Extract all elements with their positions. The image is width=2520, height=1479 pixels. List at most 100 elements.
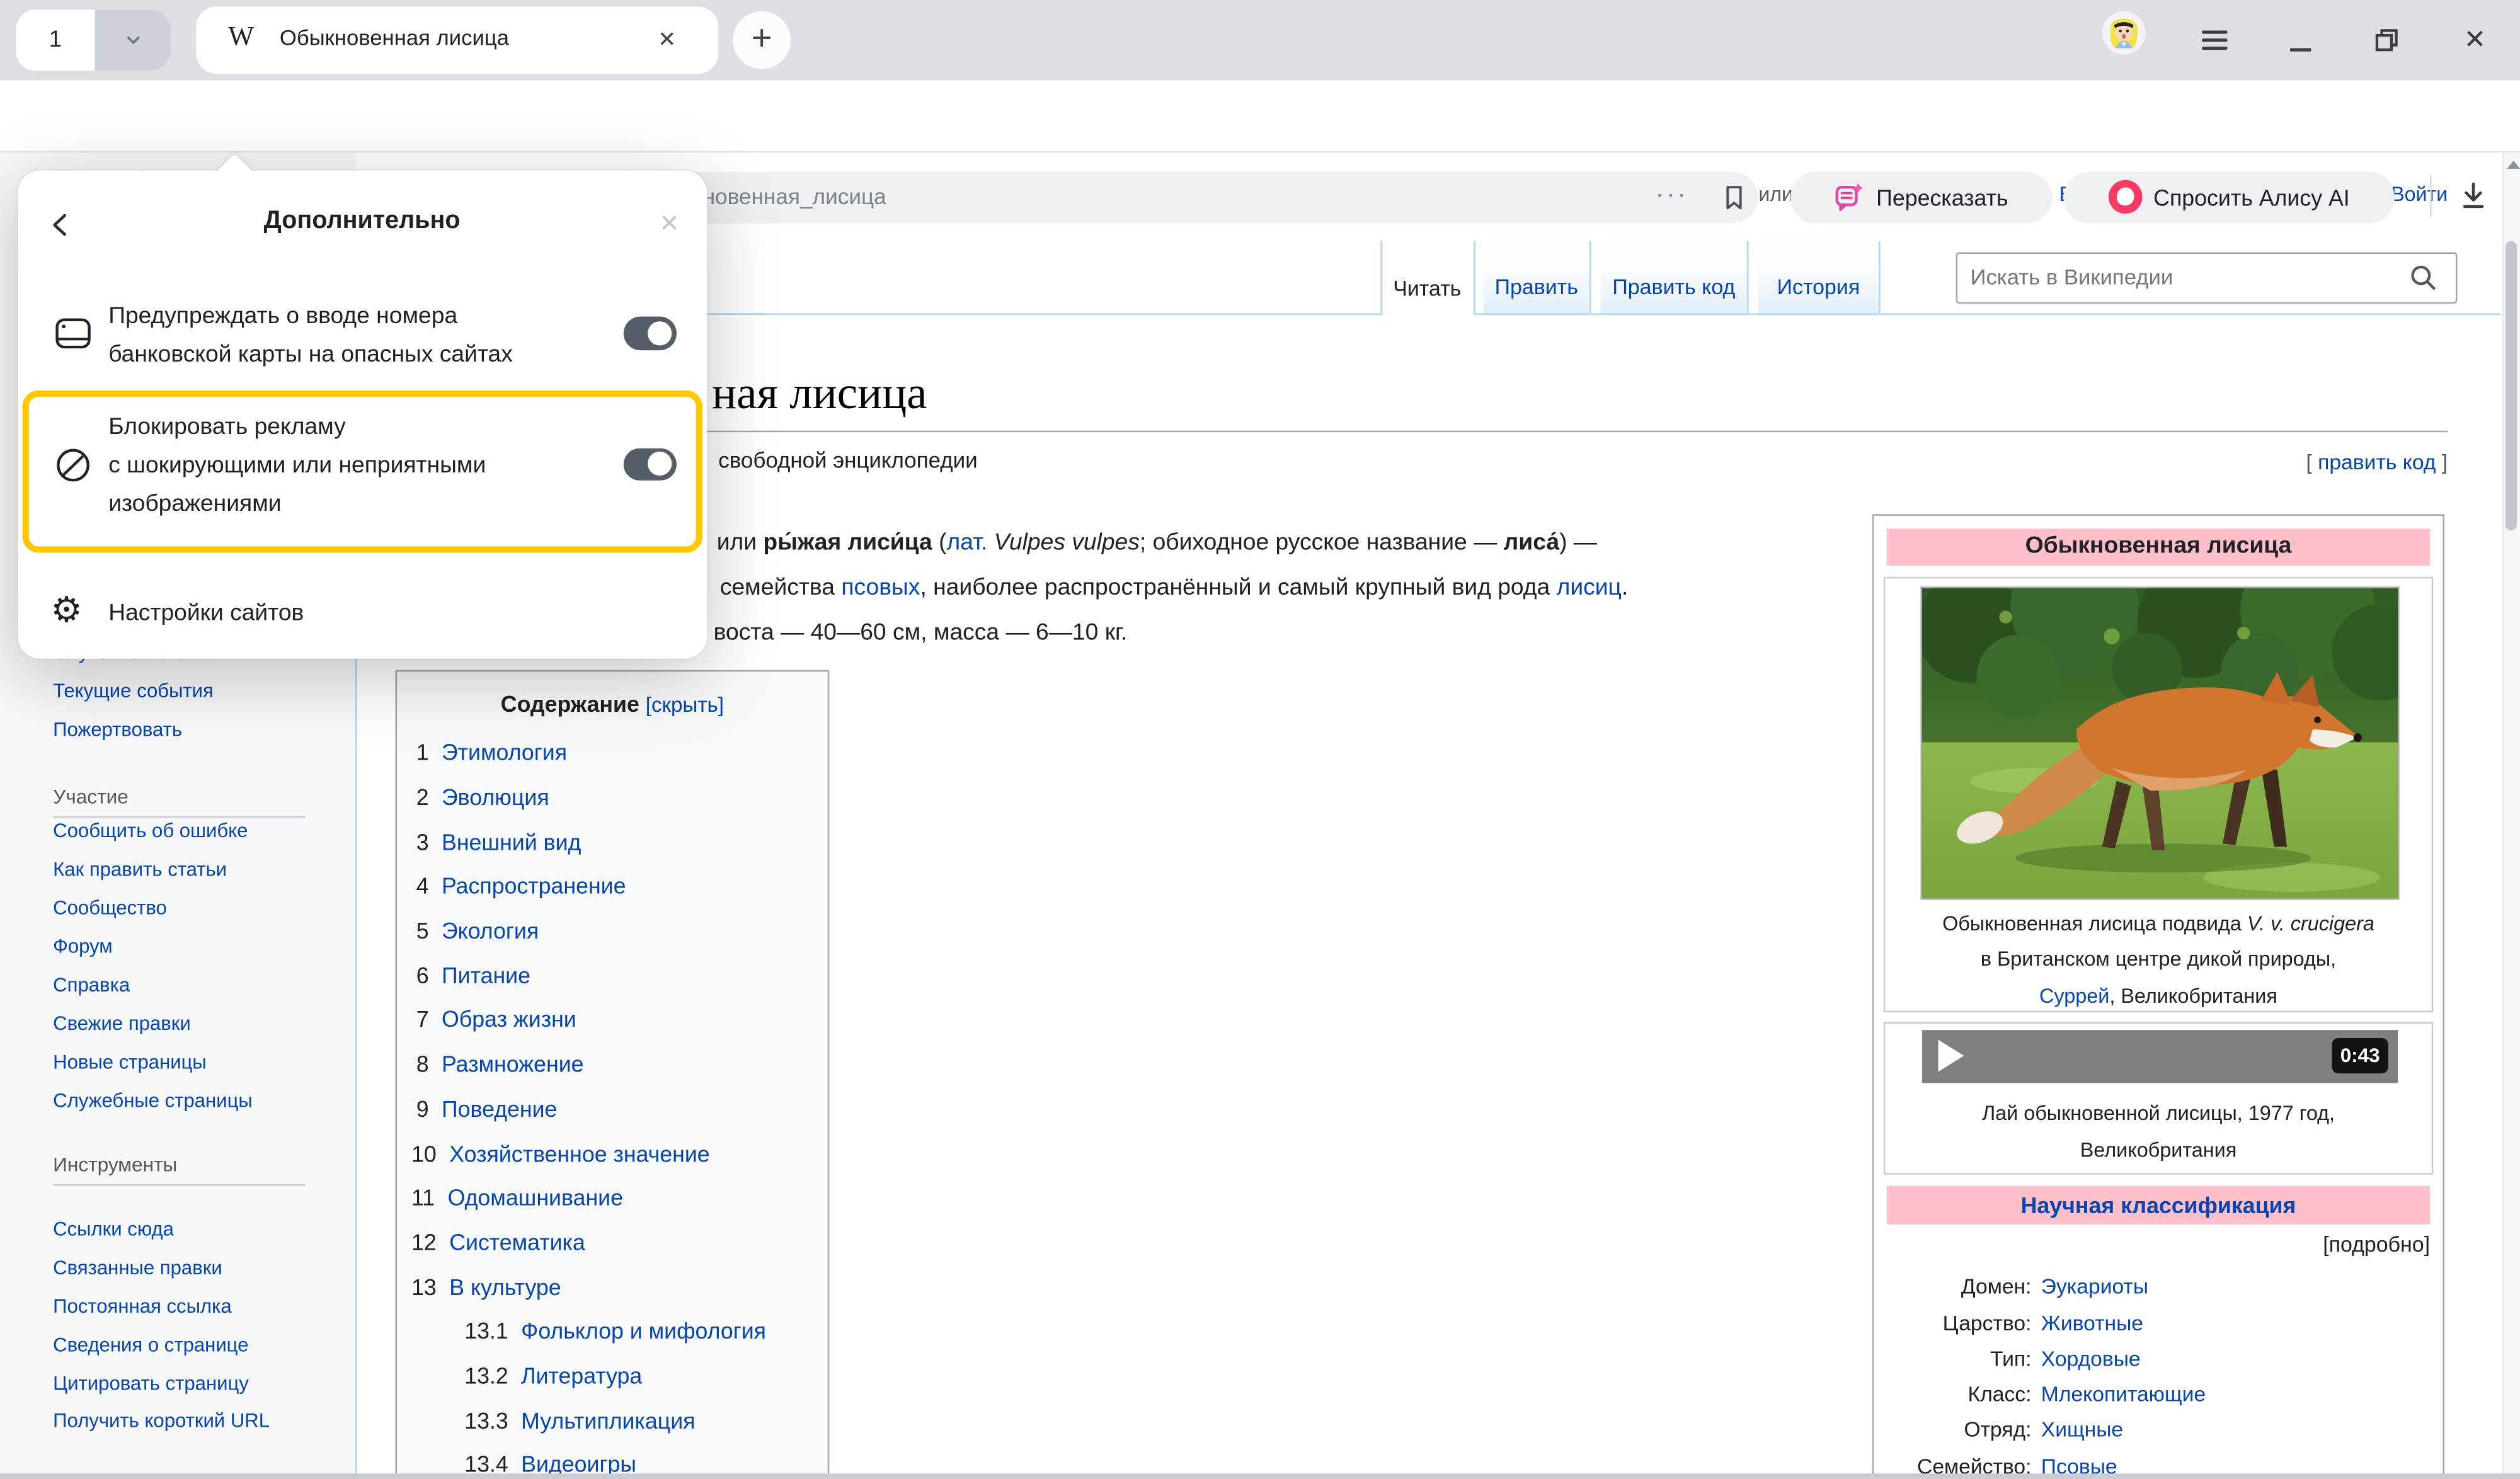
toc-subitem: 13.2Литература bbox=[464, 1359, 642, 1391]
sidebar-link-forum[interactable]: Форум bbox=[53, 932, 112, 962]
tax-label: Тип: bbox=[1884, 1344, 2032, 1373]
toc-item: 9Поведение bbox=[416, 1092, 558, 1124]
retell-label: Пересказать bbox=[1876, 184, 2008, 210]
sidebar-link-current-events[interactable]: Текущие события bbox=[53, 677, 214, 707]
sidebar-link-new-pages[interactable]: Новые страницы bbox=[53, 1047, 207, 1077]
tab-bar: 1 W Обыкновенная лисица ✕ + bbox=[0, 0, 2520, 81]
tax-label: Домен: bbox=[1884, 1272, 2032, 1301]
download-icon[interactable] bbox=[2453, 175, 2494, 217]
sidebar-link-community[interactable]: Сообщество bbox=[53, 893, 167, 923]
sidebar-link-related-changes[interactable]: Связанные правки bbox=[53, 1253, 222, 1283]
restore-icon[interactable] bbox=[2369, 20, 2404, 61]
setting-item-block-ads[interactable]: Блокировать рекламу с шокирующими или не… bbox=[17, 406, 707, 528]
audio-player[interactable]: 0:43 bbox=[1922, 1030, 2398, 1083]
setting-label-line: Предупреждать о вводе номера bbox=[108, 297, 513, 336]
toc-item: 6Питание bbox=[416, 959, 530, 991]
tab-edit[interactable]: Править bbox=[1484, 241, 1591, 314]
bank-card-toggle[interactable] bbox=[624, 317, 677, 350]
sidebar-link-donate[interactable]: Пожертвовать bbox=[53, 715, 182, 745]
page-scrollbar[interactable] bbox=[2502, 152, 2520, 1478]
classification-header[interactable]: Научная классификация bbox=[1887, 1186, 2430, 1225]
sidebar-link-special-pages[interactable]: Служебные страницы bbox=[53, 1085, 253, 1116]
panel-title: Дополнительно bbox=[17, 207, 707, 236]
sidebar-section-participation: Участие bbox=[53, 782, 129, 812]
tab-history[interactable]: История bbox=[1758, 241, 1881, 314]
retell-icon bbox=[1835, 181, 1865, 212]
sidebar-section-tools: Инструменты bbox=[53, 1150, 177, 1180]
tab-count-value: 1 bbox=[49, 27, 62, 53]
search-input[interactable] bbox=[1956, 253, 2458, 303]
tax-value[interactable]: Хищные bbox=[2041, 1415, 2123, 1444]
toc-item: 3Внешний вид bbox=[416, 825, 581, 857]
play-icon[interactable] bbox=[1939, 1039, 1964, 1071]
toc-hide-link[interactable]: [скрыть] bbox=[646, 692, 724, 716]
setting-label-line: с шокирующими или неприятными bbox=[108, 447, 486, 486]
tab-counter[interactable]: 1 bbox=[16, 9, 171, 71]
tax-value[interactable]: Эукариоты bbox=[2041, 1272, 2148, 1301]
tab-close-icon[interactable]: ✕ bbox=[650, 23, 685, 58]
advanced-settings-panel: Дополнительно ✕ Предупреждать о вводе но… bbox=[17, 170, 707, 659]
toc-item: 12Систематика bbox=[411, 1225, 585, 1257]
tax-value[interactable]: Хордовые bbox=[2041, 1344, 2141, 1373]
sidebar-link-help[interactable]: Справка bbox=[53, 971, 130, 1001]
audio-duration: 0:43 bbox=[2332, 1038, 2388, 1073]
tab-read[interactable]: Читать bbox=[1380, 241, 1475, 315]
sidebar-link-what-links-here[interactable]: Ссылки сюда bbox=[53, 1214, 174, 1244]
gear-icon: ⚙ bbox=[50, 591, 82, 633]
toc-item: 11Одомашнивание bbox=[411, 1181, 623, 1213]
tax-value[interactable]: Млекопитающие bbox=[2041, 1379, 2206, 1408]
tax-value[interactable]: Животные bbox=[2041, 1309, 2143, 1338]
sidebar-link-page-info[interactable]: Сведения о странице bbox=[53, 1330, 248, 1360]
address-bar: Я https://ru.wikipedia.org/wiki/Обыкнове… bbox=[0, 81, 2520, 153]
retell-button[interactable]: Пересказать bbox=[1790, 171, 2053, 223]
audio-caption-line2: Великобритания bbox=[1887, 1135, 2430, 1165]
toc-item: 2Эволюция bbox=[416, 780, 549, 813]
search-icon[interactable] bbox=[2409, 263, 2438, 300]
browser-tab[interactable]: W Обыкновенная лисица ✕ bbox=[196, 6, 718, 74]
setting-label-line: изображениями bbox=[108, 486, 486, 525]
tab-edit-source[interactable]: Править код bbox=[1601, 241, 1749, 314]
more-actions-icon[interactable]: ··· bbox=[1656, 171, 1688, 220]
link-surrey[interactable]: Суррей bbox=[2039, 984, 2109, 1007]
scroll-up-icon[interactable] bbox=[2506, 161, 2519, 169]
bookmark-icon[interactable] bbox=[1720, 183, 1749, 220]
new-tab-button[interactable]: + bbox=[733, 11, 791, 69]
alice-label: Спросить Алису AI bbox=[2153, 184, 2350, 210]
scrollbar-thumb[interactable] bbox=[2506, 241, 2517, 530]
alice-icon bbox=[2109, 180, 2143, 214]
sidebar-link-cite-page[interactable]: Цитировать страницу bbox=[53, 1368, 249, 1398]
tab-list-chevron[interactable] bbox=[95, 9, 171, 71]
toc-item: 7Образ жизни bbox=[416, 1003, 576, 1035]
toc-item: 8Размножение bbox=[416, 1048, 584, 1080]
sidebar-link-permanent-link[interactable]: Постоянная ссылка bbox=[53, 1291, 231, 1322]
toc-item: 13В культуре bbox=[411, 1271, 561, 1303]
setting-label-line: Блокировать рекламу bbox=[108, 408, 486, 447]
sidebar-link-report-error[interactable]: Сообщить об ошибке bbox=[53, 816, 248, 847]
article-line-2: семейства псовых, наиболее распространён… bbox=[720, 571, 1628, 603]
panel-close-icon[interactable]: ✕ bbox=[650, 204, 689, 243]
link-lat[interactable]: лат. bbox=[946, 530, 987, 556]
sidebar-link-how-to-edit[interactable]: Как править статьи bbox=[53, 855, 227, 885]
edit-code-link[interactable]: править код bbox=[2318, 450, 2436, 474]
panel-item-site-settings[interactable]: ⚙ Настройки сайтов bbox=[17, 585, 707, 649]
toc-item: 10Хозяйственное значение bbox=[411, 1137, 710, 1169]
article-line-3: воста — 40—60 см, масса — 6—10 кг. bbox=[714, 616, 1128, 648]
page-subtitle: свободной энциклопедии bbox=[718, 445, 977, 476]
classification-details-link[interactable]: [подробно] bbox=[2250, 1231, 2430, 1255]
sidebar-link-short-url[interactable]: Получить короткий URL bbox=[53, 1407, 278, 1433]
sidebar-link-recent-changes[interactable]: Свежие правки bbox=[53, 1008, 191, 1039]
close-window-icon[interactable]: ✕ bbox=[2456, 20, 2494, 61]
image-caption-line2: в Британском центре дикой природы, bbox=[1887, 945, 2430, 975]
setting-label-line: банковской карты на опасных сайтах bbox=[108, 336, 513, 375]
link-foxes[interactable]: лисиц bbox=[1557, 574, 1622, 600]
link-canidae[interactable]: псовых bbox=[841, 574, 920, 600]
block-ads-toggle[interactable] bbox=[624, 448, 677, 481]
image-caption-line3: Суррей, Великобритания bbox=[1887, 981, 2430, 1011]
tax-label: Отряд: bbox=[1884, 1415, 2032, 1444]
menu-icon[interactable] bbox=[2199, 20, 2231, 61]
setting-item-bank-card[interactable]: Предупреждать о вводе номера банковской … bbox=[17, 292, 707, 376]
personal-link-login[interactable]: Войти bbox=[2391, 180, 2448, 210]
ask-alice-button[interactable]: Спросить Алису AI bbox=[2063, 171, 2395, 223]
avatar[interactable] bbox=[2102, 11, 2146, 55]
minimize-icon[interactable] bbox=[2282, 20, 2317, 61]
